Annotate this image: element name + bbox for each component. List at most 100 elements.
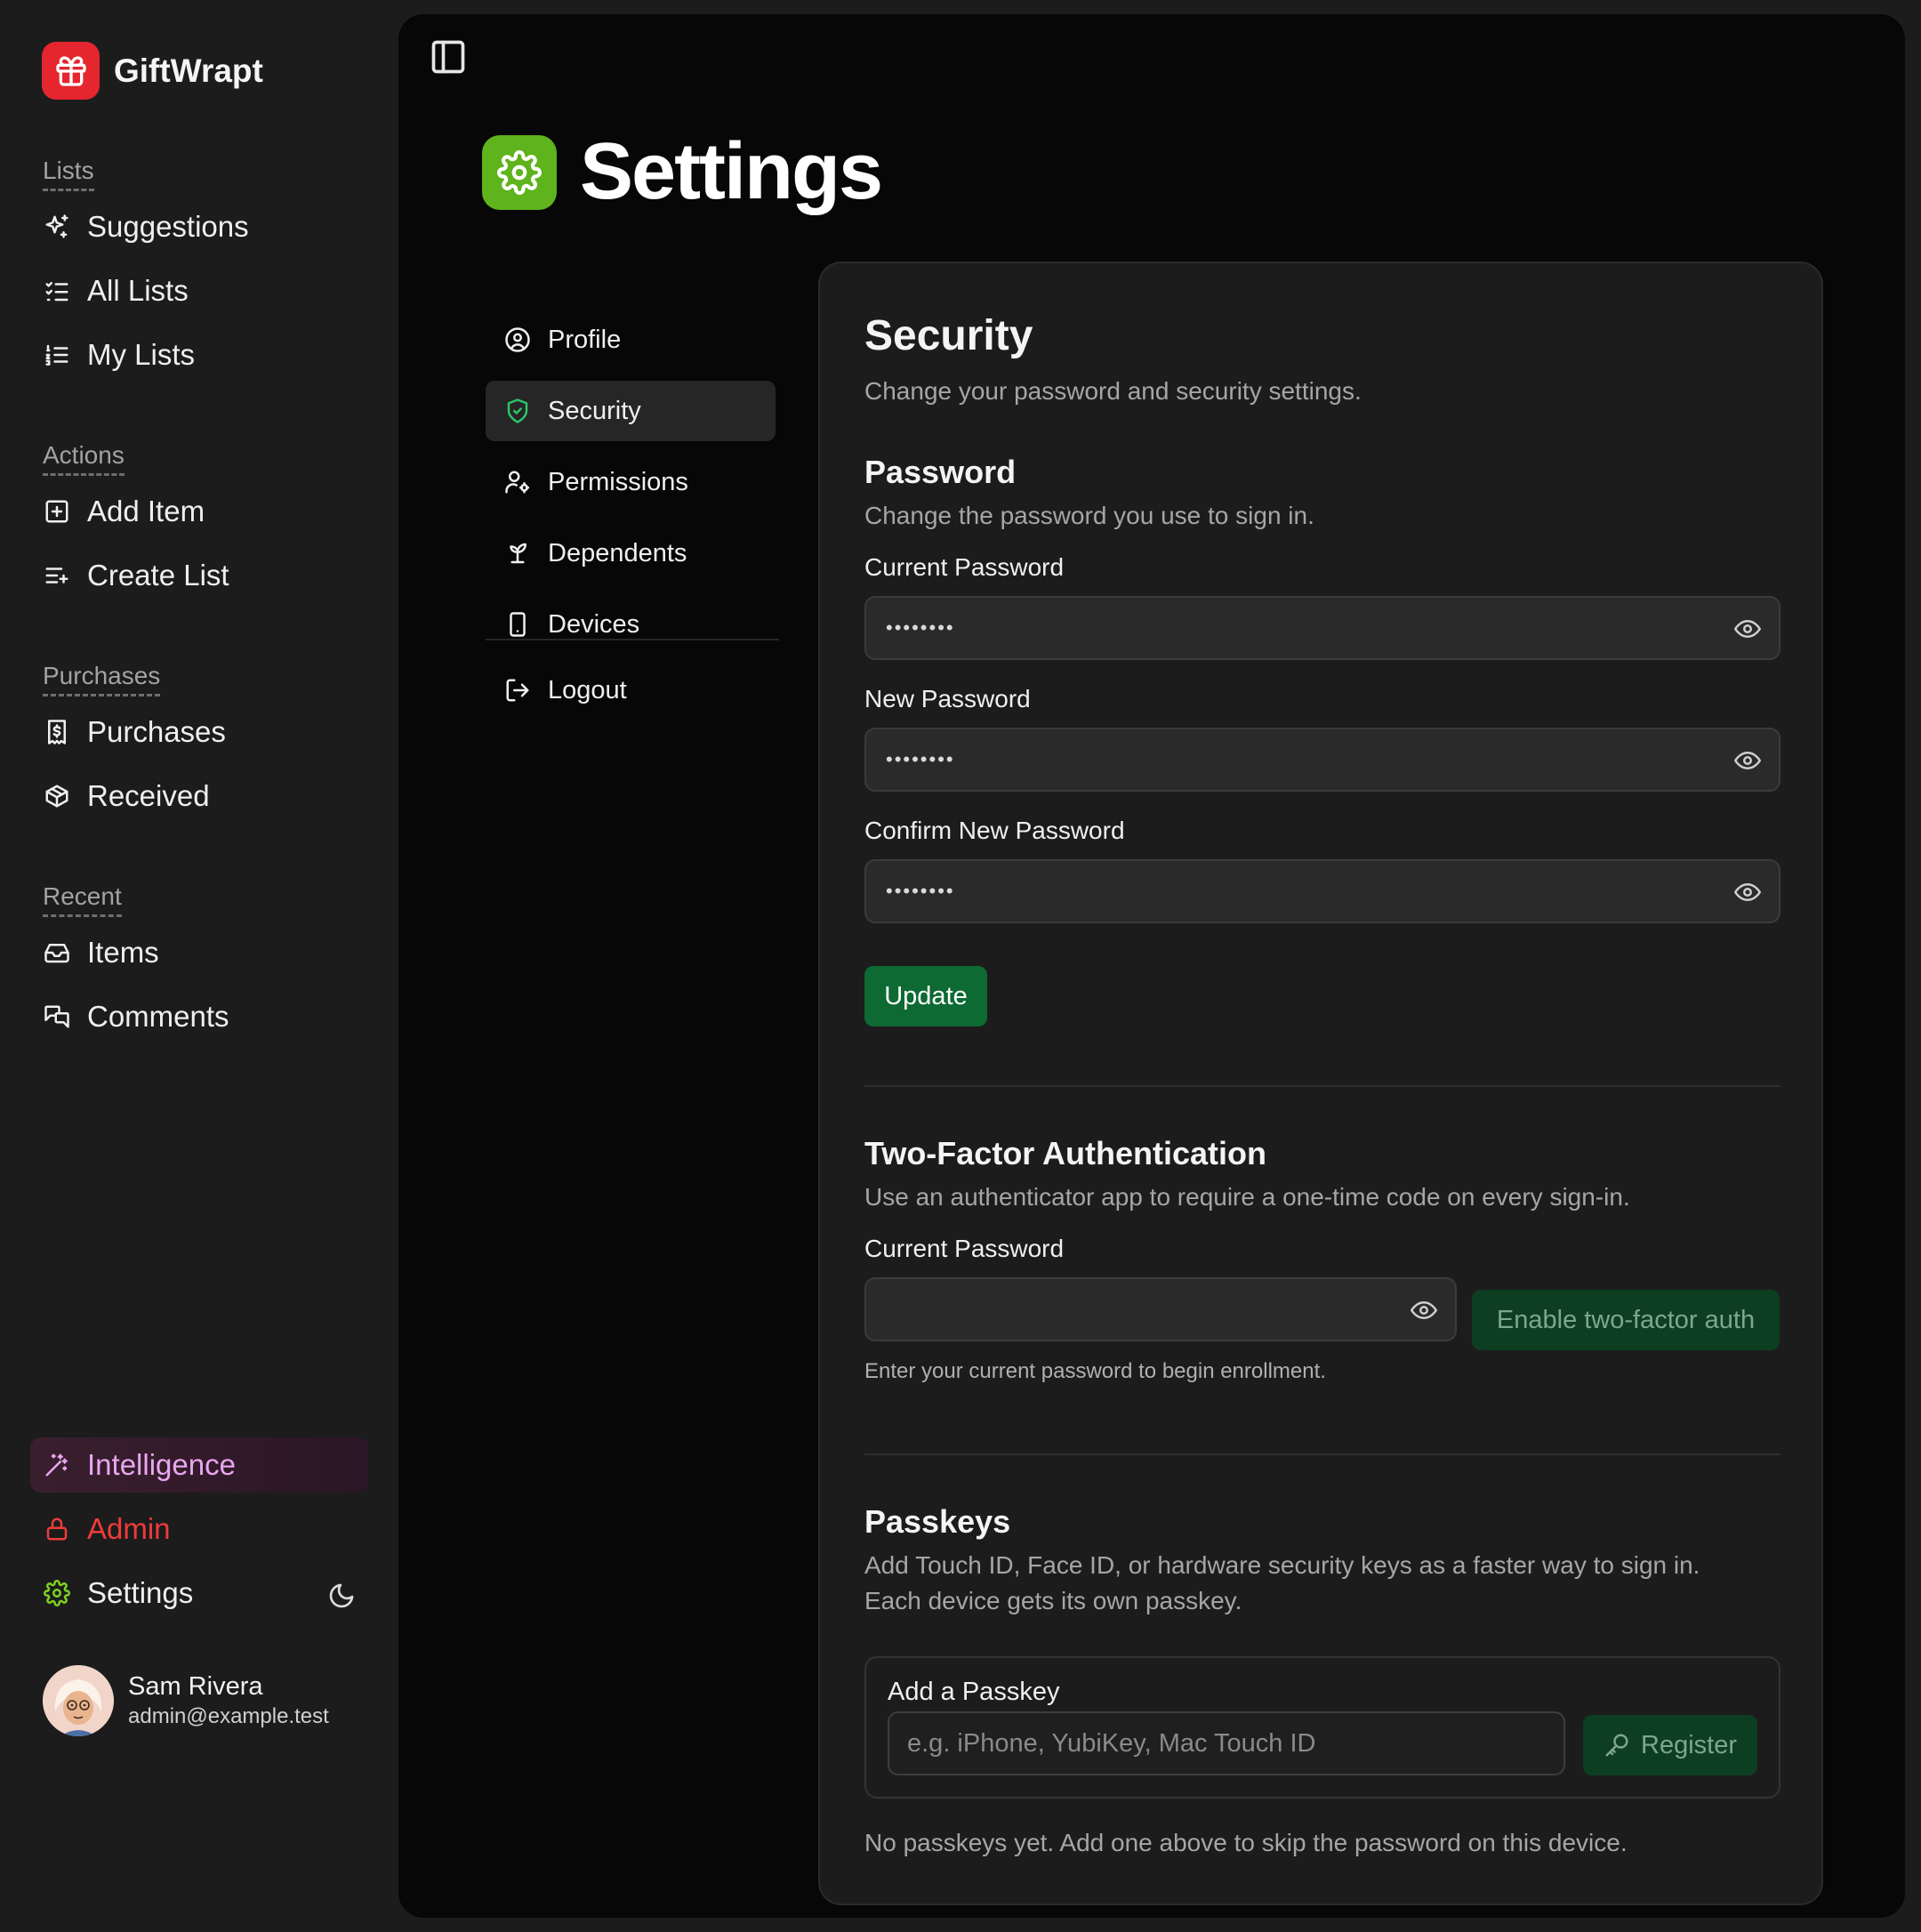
- main-panel: Settings Profile Security Permissions De…: [398, 14, 1905, 1918]
- lock-icon: [43, 1515, 71, 1543]
- user-profile[interactable]: Sam Rivera admin@example.test: [43, 1665, 329, 1736]
- passkeys-empty-state: No passkeys yet. Add one above to skip t…: [864, 1829, 1628, 1856]
- sidebar-item-received[interactable]: Received: [30, 769, 368, 824]
- gear-icon: [482, 134, 557, 210]
- nav-divider: [486, 639, 779, 640]
- tab-label: Devices: [548, 609, 640, 639]
- shield-check-icon: [503, 397, 532, 425]
- tab-profile[interactable]: Profile: [486, 310, 776, 370]
- new-password-label: New Password: [864, 685, 1031, 712]
- passkey-name-input[interactable]: [888, 1711, 1565, 1775]
- confirm-password-value: ••••••••: [886, 880, 955, 902]
- sidebar-item-label: Settings: [87, 1576, 194, 1609]
- sidebar-item-settings[interactable]: Settings: [30, 1566, 368, 1621]
- tab-label: Profile: [548, 325, 622, 354]
- new-password-value: ••••••••: [886, 748, 955, 770]
- eye-icon[interactable]: [1734, 749, 1761, 772]
- sidebar-item-create-list[interactable]: Create List: [30, 548, 368, 603]
- sidebar-item-label: Add Item: [87, 495, 205, 527]
- brand[interactable]: GiftWrapt: [42, 42, 263, 100]
- sidebar-item-suggestions[interactable]: Suggestions: [30, 199, 368, 254]
- two-factor-password-field[interactable]: [864, 1277, 1457, 1341]
- brand-name: GiftWrapt: [114, 52, 263, 89]
- tab-dependents[interactable]: Dependents: [486, 523, 776, 584]
- tab-devices[interactable]: Devices: [486, 594, 776, 655]
- sidebar-item-label: My Lists: [87, 338, 196, 371]
- new-password-field[interactable]: ••••••••: [864, 728, 1780, 792]
- smartphone-icon: [503, 610, 532, 639]
- update-button[interactable]: Update: [864, 966, 987, 1026]
- user-name: Sam Rivera: [128, 1672, 263, 1701]
- section-label-recent: Recent: [43, 881, 122, 917]
- tab-label: Permissions: [548, 467, 688, 496]
- two-factor-heading: Two-Factor Authentication: [864, 1135, 1266, 1171]
- sidebar-item-label: Comments: [87, 1000, 229, 1033]
- sidebar-item-add-item[interactable]: Add Item: [30, 484, 368, 539]
- current-password-label: Current Password: [864, 553, 1065, 581]
- sidebar-item-admin[interactable]: Admin: [30, 1501, 368, 1557]
- eye-icon[interactable]: [1734, 881, 1761, 904]
- current-password-field[interactable]: ••••••••: [864, 596, 1780, 660]
- sidebar-item-label: Purchases: [87, 715, 226, 748]
- sidebar-item-all-lists[interactable]: All Lists: [30, 263, 368, 318]
- sidebar-item-label: Items: [87, 936, 159, 969]
- logout-button[interactable]: Logout: [486, 660, 776, 720]
- eye-icon[interactable]: [1411, 1299, 1437, 1322]
- sidebar-toggle-icon[interactable]: [429, 37, 468, 76]
- sidebar-item-comments[interactable]: Comments: [30, 989, 368, 1044]
- tab-label: Security: [548, 396, 641, 425]
- magic-wand-icon: [43, 1451, 71, 1479]
- sidebar-item-intelligence[interactable]: Intelligence: [30, 1437, 368, 1493]
- tab-label: Dependents: [548, 538, 687, 568]
- list-ordered-icon: [43, 341, 71, 369]
- user-email: admin@example.test: [128, 1704, 329, 1728]
- page-header: Settings: [482, 126, 883, 218]
- gear-icon: [43, 1579, 71, 1607]
- user-cog-icon: [503, 468, 532, 496]
- tab-permissions[interactable]: Permissions: [486, 452, 776, 512]
- sidebar-item-purchases[interactable]: Purchases: [30, 704, 368, 760]
- section-divider: [864, 1085, 1780, 1087]
- messages-icon: [43, 1002, 71, 1031]
- moon-icon[interactable]: [327, 1582, 356, 1610]
- sidebar-item-my-lists[interactable]: My Lists: [30, 327, 368, 382]
- logout-icon: [503, 676, 532, 704]
- enable-two-factor-button[interactable]: Enable two-factor auth: [1472, 1290, 1780, 1350]
- avatar: [43, 1665, 114, 1736]
- passkeys-description-line2: Each device gets its own passkey.: [864, 1587, 1242, 1614]
- current-password-value: ••••••••: [886, 616, 955, 639]
- section-label-lists: Lists: [43, 155, 94, 191]
- key-icon: [1604, 1732, 1630, 1759]
- sprout-icon: [503, 539, 532, 568]
- password-heading: Password: [864, 454, 1017, 490]
- sidebar-item-label: All Lists: [87, 274, 189, 307]
- logout-label: Logout: [548, 675, 627, 704]
- password-description: Change the password you use to sign in.: [864, 502, 1314, 529]
- sparkles-icon: [43, 213, 71, 241]
- user-circle-icon: [503, 326, 532, 354]
- sidebar-item-label: Admin: [87, 1512, 171, 1545]
- two-factor-description: Use an authenticator app to require a on…: [864, 1183, 1630, 1211]
- gift-icon: [42, 42, 100, 100]
- eye-icon[interactable]: [1734, 617, 1761, 640]
- square-plus-icon: [43, 497, 71, 526]
- sidebar: GiftWrapt Lists Suggestions All Lists My…: [0, 0, 398, 1932]
- inbox-icon: [43, 938, 71, 967]
- receipt-icon: [43, 718, 71, 746]
- sidebar-item-items[interactable]: Items: [30, 925, 368, 980]
- sidebar-item-label: Suggestions: [87, 210, 249, 243]
- confirm-password-label: Confirm New Password: [864, 817, 1125, 844]
- confirm-password-field[interactable]: ••••••••: [864, 859, 1780, 923]
- add-passkey-label: Add a Passkey: [888, 1678, 1060, 1706]
- register-passkey-button[interactable]: Register: [1583, 1715, 1757, 1775]
- page-title: Settings: [580, 127, 883, 216]
- tab-security[interactable]: Security: [486, 381, 776, 441]
- passkeys-heading: Passkeys: [864, 1503, 1011, 1540]
- two-factor-password-label: Current Password: [864, 1235, 1065, 1262]
- two-factor-hint: Enter your current password to begin enr…: [864, 1359, 1326, 1383]
- sidebar-item-label: Create List: [87, 559, 229, 592]
- security-title: Security: [864, 312, 1033, 359]
- section-divider: [864, 1453, 1780, 1455]
- package-icon: [43, 782, 71, 810]
- list-checks-icon: [43, 277, 71, 305]
